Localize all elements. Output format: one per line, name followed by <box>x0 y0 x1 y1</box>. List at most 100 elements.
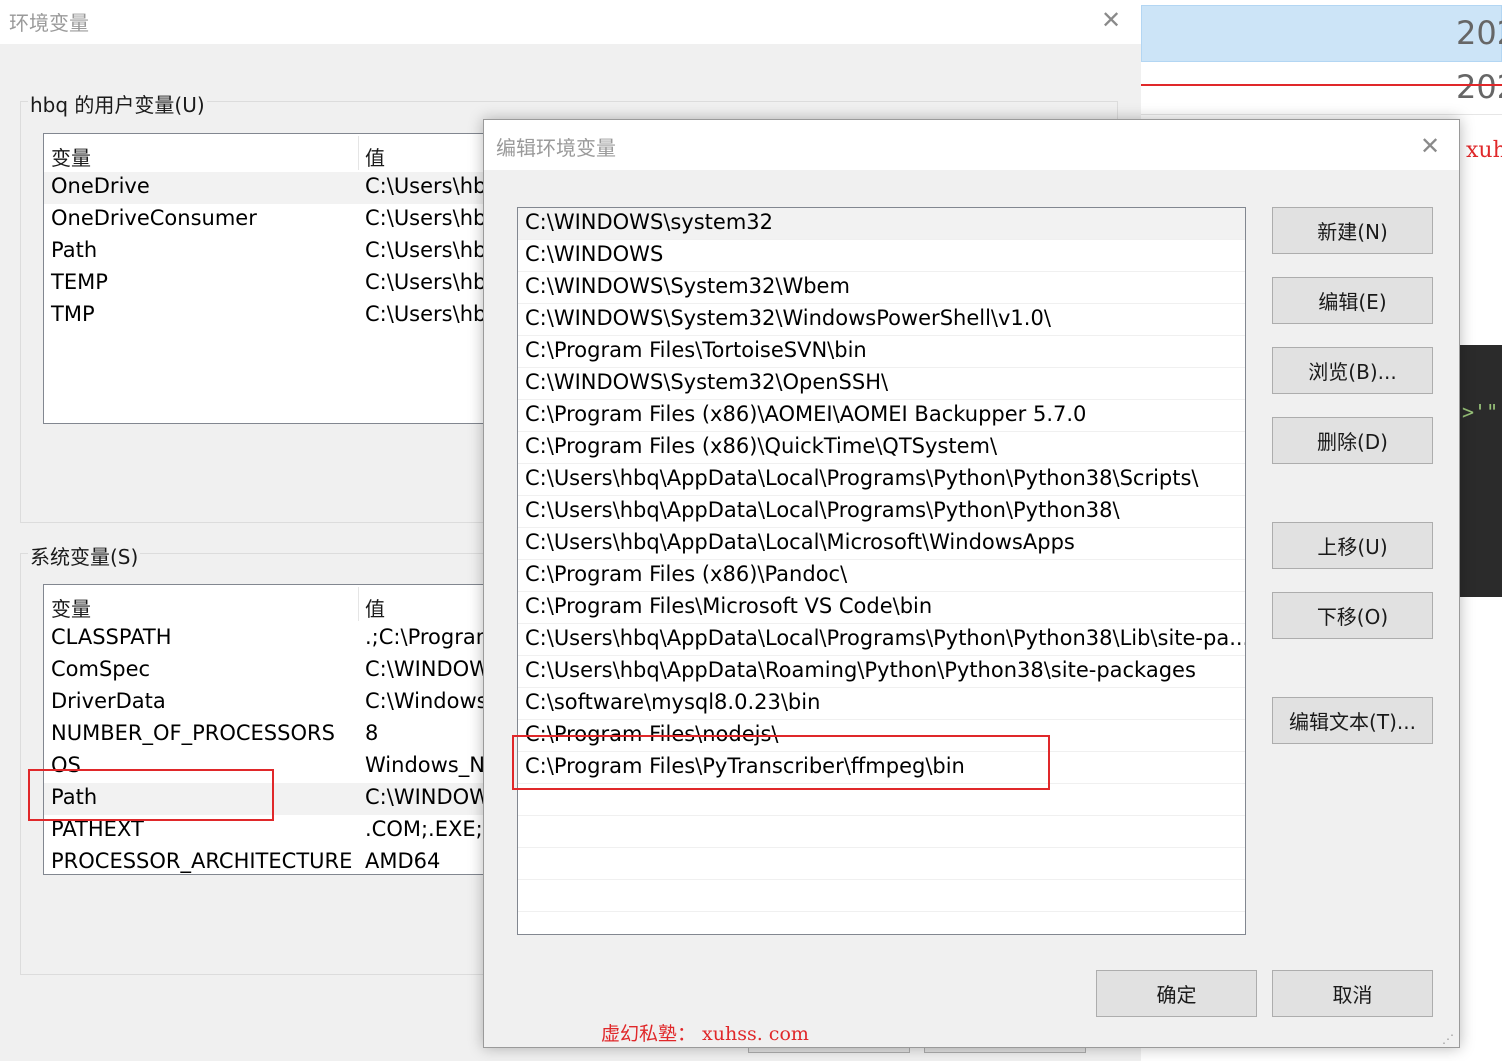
ok-button[interactable]: 确定 <box>1096 970 1257 1017</box>
edit-environment-variable-dialog: 编辑环境变量 ✕ C:\WINDOWS\system32 C:\WINDOWS C:… <box>483 119 1460 1048</box>
table-row[interactable]: PROCESSOR_ARCHITECTURE AMD64 <box>44 847 502 874</box>
path-entry[interactable]: C:\WINDOWS <box>518 240 1245 272</box>
variable-value: C:\Users\hb <box>365 174 487 198</box>
variable-value: 8 <box>365 721 379 745</box>
column-header-name[interactable]: 变量 <box>51 142 91 171</box>
empty-path-row[interactable] <box>518 848 1245 880</box>
variable-value: C:\Users\hb <box>365 302 487 326</box>
user-variables-label: hbq 的用户变量(U) <box>28 89 207 118</box>
list-header: 变量 值 <box>44 134 502 172</box>
variable-value: AMD64 <box>365 849 441 873</box>
move-up-button[interactable]: 上移(U) <box>1272 522 1433 569</box>
column-separator[interactable] <box>358 587 359 621</box>
variable-value: Windows_N <box>365 753 485 777</box>
path-entry[interactable]: C:\Users\hbq\AppData\Roaming\Python\Pyth… <box>518 656 1245 688</box>
path-text: C:\WINDOWS <box>525 242 664 266</box>
table-row[interactable]: NUMBER_OF_PROCESSORS 8 <box>44 719 502 751</box>
column-header-name[interactable]: 变量 <box>51 593 91 622</box>
background-selected-row <box>1141 5 1502 62</box>
table-row[interactable]: CLASSPATH .;C:\Program <box>44 623 502 655</box>
column-header-value[interactable]: 值 <box>365 593 385 622</box>
variable-name: TEMP <box>51 270 108 294</box>
variable-name: NUMBER_OF_PROCESSORS <box>51 721 335 745</box>
divider <box>1141 114 1502 115</box>
path-entry[interactable]: C:\Program Files (x86)\QuickTime\QTSyste… <box>518 432 1245 464</box>
empty-path-row[interactable] <box>518 816 1245 848</box>
background-code-panel <box>1460 345 1502 597</box>
path-entry[interactable]: C:\Users\hbq\AppData\Local\Programs\Pyth… <box>518 496 1245 528</box>
variable-value: .COM;.EXE;.I <box>365 817 496 841</box>
empty-path-row[interactable] <box>518 880 1245 912</box>
close-icon[interactable]: ✕ <box>1420 132 1440 160</box>
path-text: C:\Program Files\TortoiseSVN\bin <box>525 338 867 362</box>
title-bar: 环境变量 ✕ <box>0 0 1141 44</box>
path-entry[interactable]: C:\WINDOWS\System32\WindowsPowerShell\v1… <box>518 304 1245 336</box>
user-variables-list[interactable]: 变量 值 OneDrive C:\Users\hb OneDriveConsumer… <box>43 133 503 424</box>
path-entry[interactable]: C:\Program Files\TortoiseSVN\bin <box>518 336 1245 368</box>
background-red-text: xuh <box>1466 138 1502 163</box>
path-entry[interactable]: C:\Users\hbq\AppData\Local\Programs\Pyth… <box>518 624 1245 656</box>
list-header: 变量 值 <box>44 585 502 623</box>
path-entry[interactable]: C:\WINDOWS\System32\Wbem <box>518 272 1245 304</box>
variable-name: ComSpec <box>51 657 151 681</box>
path-text: C:\software\mysql8.0.23\bin <box>525 690 821 714</box>
edit-button[interactable]: 编辑(E) <box>1272 277 1433 324</box>
table-row[interactable]: OneDriveConsumer C:\Users\hb <box>44 204 502 236</box>
path-text: C:\Program Files\Microsoft VS Code\bin <box>525 594 933 618</box>
path-text: C:\WINDOWS\System32\WindowsPowerShell\v1… <box>525 306 1051 330</box>
variable-name: CLASSPATH <box>51 625 172 649</box>
path-text: C:\WINDOWS\System32\OpenSSH\ <box>525 370 889 394</box>
annotation-highlight-box <box>512 735 1050 790</box>
path-entry[interactable]: C:\Program Files (x86)\AOMEI\AOMEI Backu… <box>518 400 1245 432</box>
path-text: C:\Users\hbq\AppData\Local\Microsoft\Win… <box>525 530 1075 554</box>
path-entries-list[interactable]: C:\WINDOWS\system32 C:\WINDOWS C:\WINDOWS\… <box>517 207 1246 935</box>
system-variables-list[interactable]: 变量 值 CLASSPATH .;C:\Program ComSpec C:\WIND… <box>43 584 503 875</box>
column-header-value[interactable]: 值 <box>365 142 385 171</box>
variable-name: PROCESSOR_ARCHITECTURE <box>51 849 353 873</box>
table-row[interactable]: TEMP C:\Users\hb <box>44 268 502 300</box>
path-text: C:\WINDOWS\System32\Wbem <box>525 274 850 298</box>
variable-value: C:\WINDOW <box>365 657 490 681</box>
table-row[interactable]: ComSpec C:\WINDOW <box>44 655 502 687</box>
path-entry[interactable]: C:\WINDOWS\System32\OpenSSH\ <box>518 368 1245 400</box>
table-row[interactable]: TMP C:\Users\hb <box>44 300 502 332</box>
path-entry[interactable]: C:\Users\hbq\AppData\Local\Programs\Pyth… <box>518 464 1245 496</box>
variable-name: TMP <box>51 302 95 326</box>
resize-grip-icon[interactable]: ⋰ <box>1442 1032 1454 1046</box>
new-button[interactable]: 新建(N) <box>1272 207 1433 254</box>
edit-text-button[interactable]: 编辑文本(T)... <box>1272 697 1433 744</box>
browse-button[interactable]: 浏览(B)... <box>1272 347 1433 394</box>
column-separator[interactable] <box>358 136 359 170</box>
path-text: C:\Users\hbq\AppData\Local\Programs\Pyth… <box>525 466 1199 490</box>
variable-value: C:\Users\hb <box>365 206 487 230</box>
table-row[interactable]: Path C:\Users\hb <box>44 236 502 268</box>
background-code-text: >'" <box>1462 400 1499 424</box>
table-row[interactable]: DriverData C:\Windows <box>44 687 502 719</box>
path-text: C:\Program Files (x86)\AOMEI\AOMEI Backu… <box>525 402 1087 426</box>
path-entry[interactable]: C:\Users\hbq\AppData\Local\Microsoft\Win… <box>518 528 1245 560</box>
system-variables-label: 系统变量(S) <box>28 541 141 570</box>
variable-value: .;C:\Program <box>365 625 497 649</box>
close-icon[interactable]: ✕ <box>1101 6 1121 34</box>
table-row[interactable]: OneDrive C:\Users\hb <box>44 172 502 204</box>
variable-value: C:\Windows <box>365 689 488 713</box>
cancel-button[interactable]: 取消 <box>1272 970 1433 1017</box>
path-entry[interactable]: C:\software\mysql8.0.23\bin <box>518 688 1245 720</box>
variable-name: OneDriveConsumer <box>51 206 257 230</box>
path-text: C:\Users\hbq\AppData\Roaming\Python\Pyth… <box>525 658 1196 682</box>
background-row-text: 202 <box>1456 14 1502 52</box>
watermark-text: 虚幻私塾： xuhss. com <box>601 1023 809 1045</box>
move-down-button[interactable]: 下移(O) <box>1272 592 1433 639</box>
variable-value: C:\WINDOW <box>365 785 490 809</box>
path-entry[interactable]: C:\Program Files (x86)\Pandoc\ <box>518 560 1245 592</box>
path-text: C:\Program Files (x86)\Pandoc\ <box>525 562 848 586</box>
title-bar: 编辑环境变量 ✕ <box>484 120 1459 170</box>
delete-button[interactable]: 删除(D) <box>1272 417 1433 464</box>
path-text: C:\Users\hbq\AppData\Local\Programs\Pyth… <box>525 626 1246 650</box>
variable-name: OneDrive <box>51 174 150 198</box>
path-text: C:\WINDOWS\system32 <box>525 210 773 234</box>
variable-value: C:\Users\hb <box>365 270 487 294</box>
path-entry[interactable]: C:\WINDOWS\system32 <box>518 208 1245 240</box>
window-title: 环境变量 <box>9 11 89 35</box>
path-entry[interactable]: C:\Program Files\Microsoft VS Code\bin <box>518 592 1245 624</box>
